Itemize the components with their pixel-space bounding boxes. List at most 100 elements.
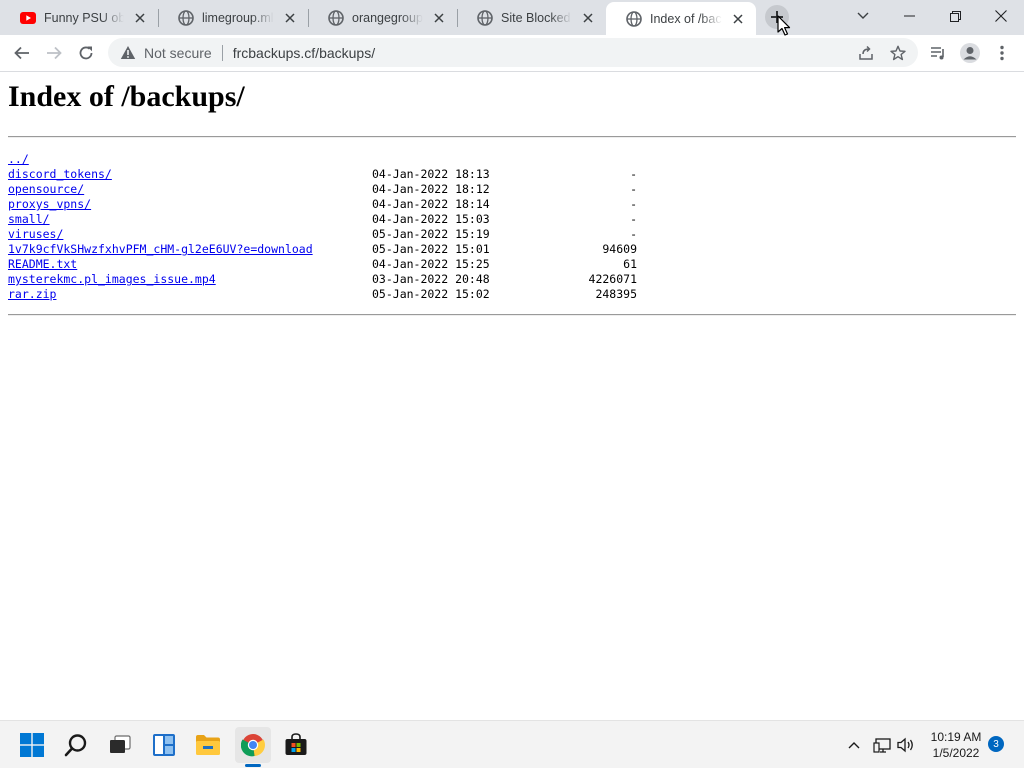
close-window-button[interactable] [978,0,1024,32]
warning-icon [120,46,136,59]
file-size: - [630,182,637,196]
file-link[interactable]: rar.zip [8,287,56,302]
tab-index-of-backups[interactable]: Index of /backups/ [606,2,756,35]
clock-date: 1/5/2022 [932,746,980,760]
share-icon [859,45,873,60]
file-size: 4226071 [588,272,637,286]
store-button[interactable] [278,727,314,763]
reload-icon [79,46,93,60]
url-text[interactable]: frcbackups.cf/backups/ [233,45,375,61]
arrow-right-icon [47,46,62,60]
network-button[interactable] [870,727,894,763]
modified-date: 04-Jan-2022 15:25 [372,257,490,271]
volume-button[interactable] [894,727,918,763]
list-item: rar.zip 05-Jan-2022 15:02 248395 [8,287,708,302]
close-tab-icon[interactable] [578,8,598,28]
chrome-icon [241,734,265,757]
file-explorer-icon [196,735,220,755]
tab-title: limegroup.ml [202,10,274,25]
restore-icon [949,10,961,22]
forward-button[interactable] [40,39,68,67]
notification-badge[interactable]: 3 [988,736,1004,752]
list-item: mysterekmc.pl_images_issue.mp4 03-Jan-20… [8,272,708,287]
reading-list-button[interactable] [924,39,952,67]
tab-strip: Funny PSU obfuscation limegroup.ml orang… [0,0,1024,35]
store-icon [285,733,307,755]
close-tab-icon[interactable] [728,9,748,29]
list-item: ../ [8,152,708,167]
widgets-icon [153,734,175,756]
close-tab-icon[interactable] [280,8,300,28]
modified-date: 04-Jan-2022 15:03 [372,212,490,226]
clock-time: 10:19 AM [930,730,982,744]
globe-icon [626,10,642,27]
modified-date: 03-Jan-2022 20:48 [372,272,490,286]
page-content: Index of /backups/ ../ discord_tokens/ 0… [0,72,1024,720]
task-view-button[interactable] [102,727,138,763]
start-button[interactable] [14,727,50,763]
directory-listing: ../ discord_tokens/ 04-Jan-2022 18:13 - … [8,152,708,302]
file-size: 94609 [602,242,637,256]
search-icon [64,734,87,757]
site-info-button[interactable]: Not secure [120,45,212,61]
file-explorer-button[interactable] [190,727,226,763]
more-vert-icon [1000,45,1004,61]
file-link[interactable]: mysterekmc.pl_images_issue.mp4 [8,272,216,287]
modified-date: 05-Jan-2022 15:19 [372,227,490,241]
close-tab-icon[interactable] [130,8,150,28]
file-link[interactable]: proxys_vpns/ [8,197,91,212]
list-item: viruses/ 05-Jan-2022 15:19 - [8,227,708,242]
close-tab-icon[interactable] [429,8,449,28]
media-queue-icon [931,47,944,60]
file-link[interactable]: opensource/ [8,182,84,197]
minimize-button[interactable] [886,0,932,32]
list-item: README.txt 04-Jan-2022 15:25 61 [8,257,708,272]
search-button[interactable] [58,727,94,763]
modified-date: 04-Jan-2022 18:13 [372,167,490,181]
widgets-button[interactable] [146,727,182,763]
system-clock[interactable]: 10:19 AM 1/5/2022 [922,729,990,761]
file-size: - [630,227,637,241]
file-link[interactable]: viruses/ [8,227,63,242]
divider [8,136,1016,138]
parent-directory-link[interactable]: ../ [8,152,29,167]
youtube-icon [20,10,36,26]
tab-limegroup[interactable]: limegroup.ml [158,0,308,35]
file-link[interactable]: discord_tokens/ [8,167,112,182]
network-icon [873,738,891,753]
page-title: Index of /backups/ [8,80,245,113]
file-link[interactable]: small/ [8,212,50,227]
avatar-icon [960,43,980,63]
bookmark-star-button[interactable] [884,39,912,67]
restore-button[interactable] [932,0,978,32]
file-link[interactable]: 1v7k9cfVkSHwzfxhvPFM_cHM-gl2eE6UV?e=down… [8,242,313,257]
share-button[interactable] [852,39,880,67]
chrome-taskbar-button[interactable] [235,727,271,763]
globe-icon [328,9,344,26]
tab-title: Site Blocked [501,10,572,25]
tab-orangegroup[interactable]: orangegroup.ml [308,0,457,35]
modified-date: 04-Jan-2022 18:14 [372,197,490,211]
modified-date: 04-Jan-2022 18:12 [372,182,490,196]
file-size: 61 [623,257,637,271]
volume-icon [897,737,913,753]
file-link[interactable]: README.txt [8,257,77,272]
file-size: - [630,212,637,226]
back-button[interactable] [8,39,36,67]
list-item: proxys_vpns/ 04-Jan-2022 18:14 - [8,197,708,212]
menu-button[interactable] [988,39,1016,67]
reload-button[interactable] [72,39,100,67]
file-size: - [630,167,637,181]
minimize-icon [903,15,915,17]
show-hidden-icons-button[interactable] [836,727,872,763]
list-item: 1v7k9cfVkSHwzfxhvPFM_cHM-gl2eE6UV?e=down… [8,242,708,257]
tab-search-button[interactable] [840,0,886,32]
list-item: discord_tokens/ 04-Jan-2022 18:13 - [8,167,708,182]
address-bar[interactable]: Not secure frcbackups.cf/backups/ [108,38,918,67]
tab-youtube[interactable]: Funny PSU obfuscation [0,0,158,35]
start-icon [20,733,44,757]
tab-site-blocked[interactable]: Site Blocked [457,0,606,35]
profile-button[interactable] [956,39,984,67]
mouse-cursor-icon [777,15,791,36]
active-app-indicator [245,764,261,767]
